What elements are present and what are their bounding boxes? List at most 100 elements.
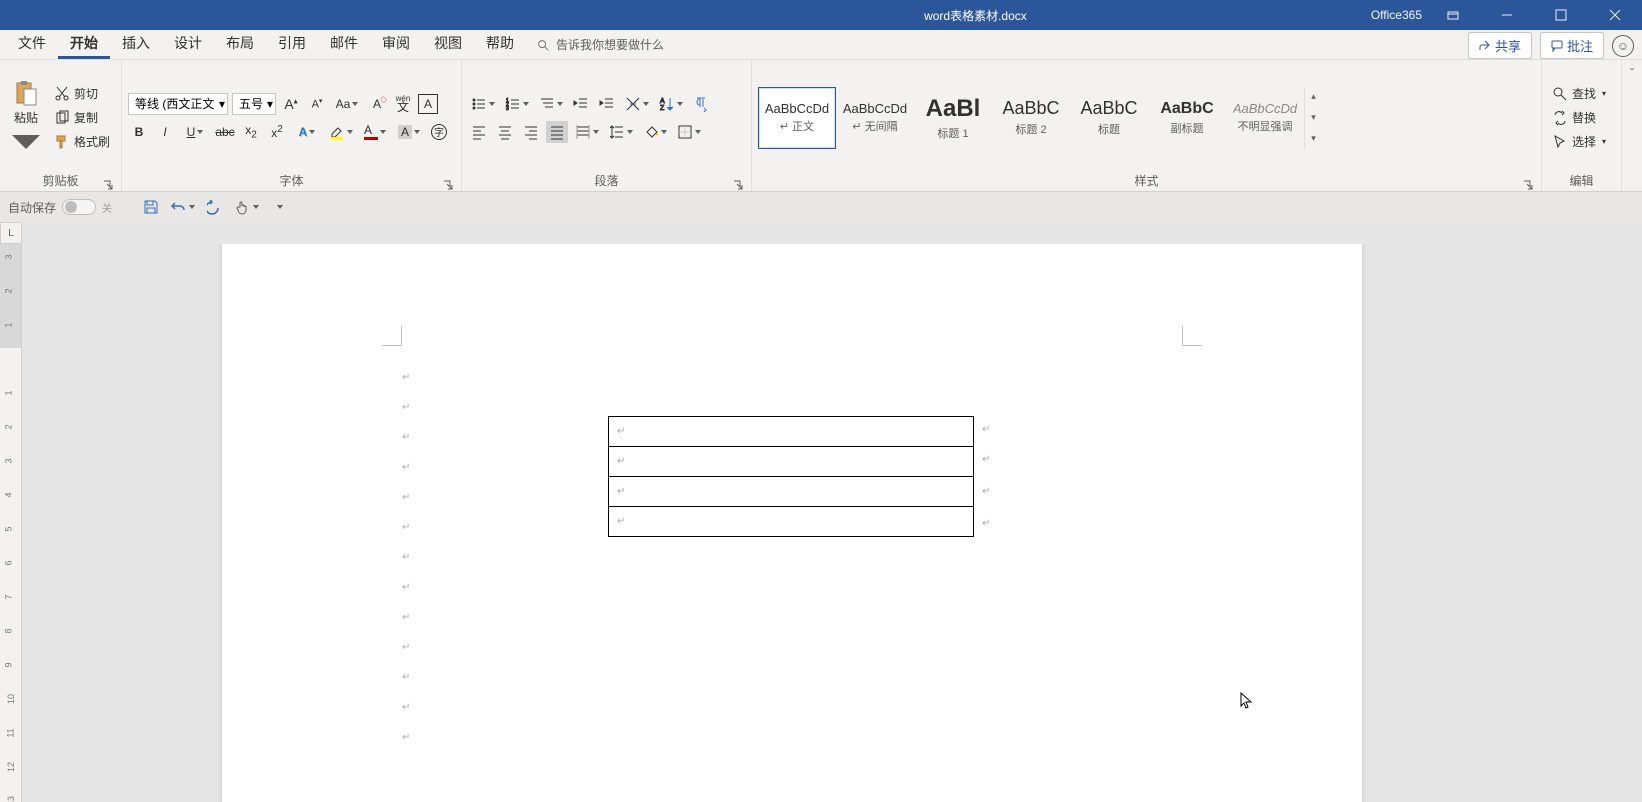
copy-button[interactable]: 复制 [50,107,114,128]
touch-mode-button[interactable] [234,194,260,220]
align-left-button[interactable] [468,121,490,143]
tab-insert[interactable]: 插入 [110,27,162,59]
cut-button[interactable]: 剪切 [50,83,114,104]
highlight-button[interactable] [326,121,356,143]
tab-view[interactable]: 视图 [422,27,474,59]
tab-review[interactable]: 审阅 [370,27,422,59]
style-normal[interactable]: AaBbCcDd↵ 正文 [758,87,836,149]
redo-button[interactable] [202,194,228,220]
align-center-button[interactable] [494,121,516,143]
font-size-combo[interactable]: 五号▾ [232,93,276,115]
tab-references[interactable]: 引用 [266,27,318,59]
svg-text:3: 3 [506,106,509,112]
tab-design[interactable]: 设计 [162,27,214,59]
close-button[interactable] [1592,0,1638,30]
svg-text:A: A [660,98,665,105]
clear-formatting-button[interactable]: A◇ [366,93,388,115]
save-button[interactable] [138,194,164,220]
minimize-button[interactable] [1484,0,1530,30]
autosave-toggle[interactable] [62,199,96,215]
group-font: 等线 (西文正文▾ 五号▾ A▴ A▾ Aa A◇ wén文 A B I U a… [122,60,462,191]
tab-align-selector[interactable]: L [0,222,22,244]
collapse-ribbon-button[interactable]: ˇ [1622,60,1642,191]
shrink-font-button[interactable]: A▾ [306,93,328,115]
bullets-button[interactable] [468,93,498,115]
multilevel-list-button[interactable] [536,93,566,115]
share-button[interactable]: 共享 [1468,32,1532,59]
numbering-button[interactable]: 123 [502,93,532,115]
bold-button[interactable]: B [128,121,150,143]
table-cell[interactable]: ↵ [609,417,974,447]
italic-button[interactable]: I [154,121,176,143]
feedback-icon[interactable]: ☺ [1612,35,1634,57]
tab-mailings[interactable]: 邮件 [318,27,370,59]
replace-button[interactable]: 替换 [1548,107,1610,128]
paragraph-launcher[interactable] [733,179,743,189]
document-table[interactable]: ↵ ↵ ↵ ↵ [608,416,974,537]
decrease-indent-button[interactable] [570,93,592,115]
increase-indent-button[interactable] [596,93,618,115]
tell-me-search[interactable]: 告诉我你想要做什么 [536,30,664,59]
tab-help[interactable]: 帮助 [474,27,526,59]
grow-font-button[interactable]: A▴ [280,93,302,115]
distributed-button[interactable] [572,121,602,143]
maximize-button[interactable] [1538,0,1584,30]
char-shading-button[interactable]: A [394,121,424,143]
underline-button[interactable]: U [180,121,210,143]
font-name-combo[interactable]: 等线 (西文正文▾ [128,93,228,115]
vertical-ruler[interactable]: 32112345678910111213 [0,244,22,802]
borders-button[interactable] [674,121,704,143]
enclose-characters-button[interactable]: 字 [428,121,450,143]
style-heading-1[interactable]: AaBl标题 1 [914,87,992,149]
shading-button[interactable] [640,121,670,143]
sort-button[interactable]: AZ [656,93,686,115]
styles-launcher[interactable] [1523,179,1533,189]
comments-button[interactable]: 批注 [1540,32,1604,59]
show-paragraph-marks-button[interactable] [690,93,712,115]
style-subtle-emphasis[interactable]: AaBbCcDd不明显强调 [1226,87,1304,149]
clipboard-launcher[interactable] [103,179,113,189]
character-border-button[interactable]: A [418,94,438,114]
superscript-button[interactable]: x2 [266,121,288,143]
style-title[interactable]: AaBbC标题 [1070,87,1148,149]
table-cell[interactable]: ↵ [609,507,974,537]
table-cell[interactable]: ↵ [609,447,974,477]
text-effects-button[interactable]: A [292,121,322,143]
document-page[interactable]: ↵ ↵ ↵ ↵ ↵ ↵ ↵ ↵ ↵ ↵ ↵ ↵ ↵ ↵ ↵ ↵ ↵ ↵ ↵ ↵ … [222,244,1362,802]
tab-layout[interactable]: 布局 [214,27,266,59]
table-row[interactable]: ↵ [609,507,974,537]
paste-button[interactable]: 粘贴 [6,77,46,158]
align-right-button[interactable] [520,121,542,143]
table-row[interactable]: ↵ [609,477,974,507]
table-cell[interactable]: ↵ [609,477,974,507]
undo-button[interactable] [170,194,196,220]
phonetic-guide-button[interactable]: wén文 [392,93,414,115]
font-launcher[interactable] [443,179,453,189]
style-subtitle[interactable]: AaBbC副标题 [1148,87,1226,149]
format-painter-button[interactable]: 格式刷 [50,131,114,152]
customize-qat-button[interactable] [266,194,292,220]
asian-layout-button[interactable] [622,93,652,115]
table-row[interactable]: ↵ [609,417,974,447]
style-no-spacing[interactable]: AaBbCcDd↵ 无间隔 [836,87,914,149]
find-button[interactable]: 查找▾ [1548,83,1610,104]
align-center-icon [497,124,513,140]
paste-icon [12,79,40,107]
line-spacing-button[interactable] [606,121,636,143]
tab-file[interactable]: 文件 [6,27,58,59]
group-editing: 查找▾ 替换 选择▾ 编辑 [1542,60,1622,191]
style-heading-2[interactable]: AaBbC标题 2 [992,87,1070,149]
save-icon [143,199,159,215]
change-case-button[interactable]: Aa [332,93,362,115]
font-color-button[interactable]: A [360,121,390,143]
hand-icon [235,199,251,215]
select-button[interactable]: 选择▾ [1548,131,1610,152]
table-row[interactable]: ↵ [609,447,974,477]
align-justify-button[interactable] [546,121,568,143]
tab-home[interactable]: 开始 [58,27,110,59]
ribbon-display-options-button[interactable] [1430,0,1476,30]
document-canvas[interactable]: ↵ ↵ ↵ ↵ ↵ ↵ ↵ ↵ ↵ ↵ ↵ ↵ ↵ ↵ ↵ ↵ ↵ ↵ ↵ ↵ … [22,244,1642,802]
strikethrough-button[interactable]: abc [214,121,236,143]
subscript-button[interactable]: x2 [240,121,262,143]
styles-scroll[interactable]: ▴▾▾ [1304,87,1322,149]
